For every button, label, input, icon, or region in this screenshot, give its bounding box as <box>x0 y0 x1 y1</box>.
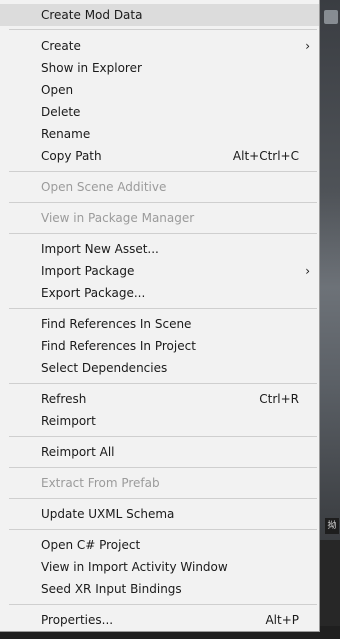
menu-item-label: Export Package... <box>41 286 146 300</box>
menu-item-label: Find References In Scene <box>41 317 192 331</box>
menu-separator <box>9 436 317 437</box>
menu-item-refresh[interactable]: Refresh Ctrl+R <box>0 388 319 410</box>
menu-item-shortcut: Alt+P <box>265 613 299 627</box>
background-badge: 拗 <box>325 518 339 534</box>
menu-item-select-dependencies[interactable]: Select Dependencies <box>0 357 319 379</box>
menu-item-export-package[interactable]: Export Package... <box>0 282 319 304</box>
chevron-right-icon: › <box>305 264 310 278</box>
menu-item-label: Create Mod Data <box>41 8 143 22</box>
menu-item-label: Rename <box>41 127 91 141</box>
menu-item-create[interactable]: Create › <box>0 35 319 57</box>
menu-separator <box>9 498 317 499</box>
menu-item-reimport-all[interactable]: Reimport All <box>0 441 319 463</box>
menu-item-label: Open <box>41 83 74 97</box>
menu-item-import-package[interactable]: Import Package › <box>0 260 319 282</box>
menu-item-label: Open Scene Additive <box>41 180 167 194</box>
menu-item-label: Seed XR Input Bindings <box>41 582 182 596</box>
menu-item-label: Update UXML Schema <box>41 507 175 521</box>
context-menu: Create Mod Data Create › Show in Explore… <box>0 0 320 632</box>
page: 拗 Create Mod Data Create › Show in Explo… <box>0 0 340 639</box>
menu-item-properties[interactable]: Properties... Alt+P <box>0 609 319 631</box>
menu-separator <box>9 171 317 172</box>
menu-item-rename[interactable]: Rename <box>0 123 319 145</box>
menu-item-find-references-in-scene[interactable]: Find References In Scene <box>0 313 319 335</box>
menu-item-label: Open C# Project <box>41 538 141 552</box>
menu-item-open-scene-additive: Open Scene Additive <box>0 176 319 198</box>
menu-item-extract-from-prefab: Extract From Prefab <box>0 472 319 494</box>
menu-item-label: Reimport <box>41 414 96 428</box>
menu-item-label: View in Package Manager <box>41 211 195 225</box>
menu-item-label: Show in Explorer <box>41 61 142 75</box>
menu-item-open-csharp-project[interactable]: Open C# Project <box>0 534 319 556</box>
menu-item-shortcut: Ctrl+R <box>259 392 299 406</box>
menu-item-seed-xr-input-bindings[interactable]: Seed XR Input Bindings <box>0 578 319 600</box>
menu-separator <box>9 604 317 605</box>
menu-item-delete[interactable]: Delete <box>0 101 319 123</box>
menu-separator <box>9 308 317 309</box>
background-panel <box>320 540 340 639</box>
menu-item-label: Import New Asset... <box>41 242 159 256</box>
menu-separator <box>9 29 317 30</box>
menu-item-import-new-asset[interactable]: Import New Asset... <box>0 238 319 260</box>
menu-item-find-references-in-project[interactable]: Find References In Project <box>0 335 319 357</box>
menu-separator <box>9 467 317 468</box>
menu-item-label: Find References In Project <box>41 339 196 353</box>
menu-item-label: Refresh <box>41 392 87 406</box>
menu-item-label: Select Dependencies <box>41 361 168 375</box>
menu-item-label: Create <box>41 39 81 53</box>
menu-item-label: Reimport All <box>41 445 115 459</box>
menu-item-label: Copy Path <box>41 149 102 163</box>
scene-gizmo-icon <box>324 10 338 24</box>
menu-item-shortcut: Alt+Ctrl+C <box>232 149 299 163</box>
chevron-right-icon: › <box>305 39 310 53</box>
menu-item-view-in-package-manager: View in Package Manager <box>0 207 319 229</box>
menu-item-label: Delete <box>41 105 81 119</box>
menu-separator <box>9 202 317 203</box>
menu-item-show-in-explorer[interactable]: Show in Explorer <box>0 57 319 79</box>
menu-item-copy-path[interactable]: Copy Path Alt+Ctrl+C <box>0 145 319 167</box>
menu-item-label: Extract From Prefab <box>41 476 160 490</box>
menu-separator <box>9 383 317 384</box>
menu-separator <box>9 529 317 530</box>
menu-item-view-in-import-activity-window[interactable]: View in Import Activity Window <box>0 556 319 578</box>
menu-item-label: Properties... <box>41 613 114 627</box>
menu-item-label: Import Package <box>41 264 135 278</box>
menu-item-open[interactable]: Open <box>0 79 319 101</box>
menu-item-label: View in Import Activity Window <box>41 560 228 574</box>
menu-item-update-uxml-schema[interactable]: Update UXML Schema <box>0 503 319 525</box>
menu-item-create-mod-data[interactable]: Create Mod Data <box>0 4 319 26</box>
menu-item-reimport[interactable]: Reimport <box>0 410 319 432</box>
menu-separator <box>9 233 317 234</box>
